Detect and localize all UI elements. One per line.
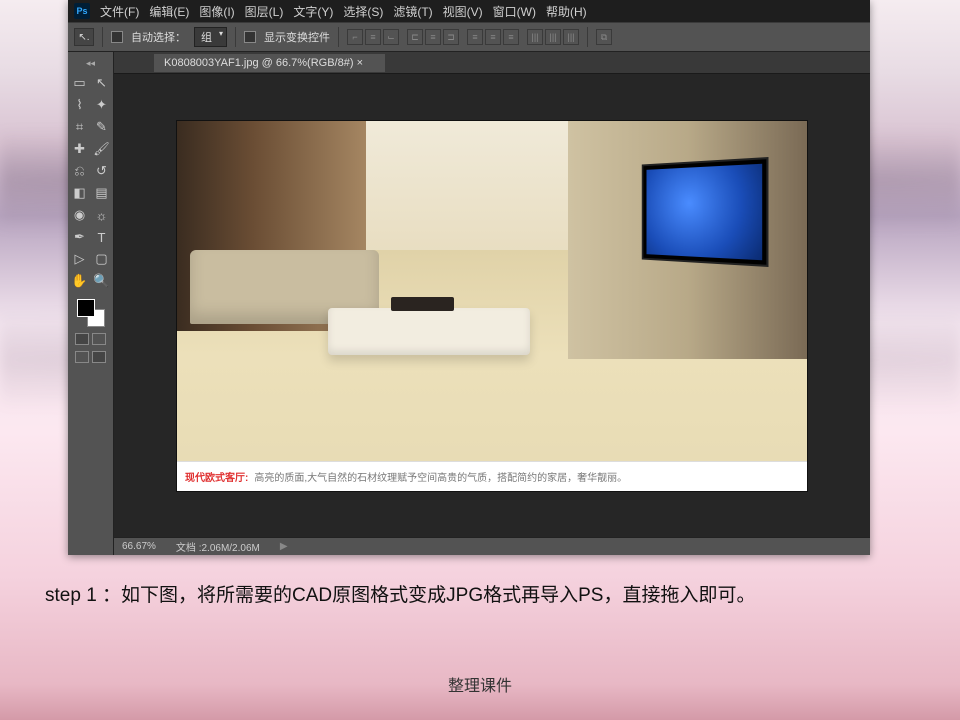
history-brush-icon[interactable]: ↺ [92,161,112,181]
menu-filter[interactable]: 滤镜(T) [393,3,432,20]
menu-image[interactable]: 图像(I) [199,3,234,20]
menu-file[interactable]: 文件(F) [100,3,139,20]
menu-view[interactable]: 视图(V) [443,3,483,20]
stamp-tool-icon[interactable]: ⎌ [70,161,90,181]
footer-text: 整理课件 [0,672,960,696]
3d-mode-icon[interactable]: ⧉ [596,29,612,45]
ottoman [328,308,530,356]
tray [391,297,454,311]
fg-color[interactable] [77,299,95,317]
move-tool-icon[interactable]: ↖ [92,73,112,93]
menu-edit[interactable]: 编辑(E) [149,3,189,20]
canvas-area: K0808003YAF1.jpg @ 66.7%(RGB/8#) × [114,52,870,555]
options-bar: ↖. 自动选择： 组 显示变换控件 ⌐ ≡ ⌙ ⊏ ≡ ⊐ ≡ ≡ ≡ ||| … [68,22,870,52]
align-icons: ⌐ ≡ ⌙ [347,29,399,45]
step-instruction: step 1 ：如下图，将所需要的CAD原图格式变成JPG格式再导入PS，直接拖… [45,580,905,612]
document-tab-bar: K0808003YAF1.jpg @ 66.7%(RGB/8#) × [114,52,870,74]
status-arrow-icon[interactable]: ▶ [280,541,288,552]
tv [641,157,767,267]
pen-tool-icon[interactable]: ✒ [70,227,90,247]
ps-logo-icon: Ps [74,3,90,19]
caption-title: 现代欧式客厅: [185,469,248,484]
standard-mode-icon[interactable] [75,333,89,345]
eyedropper-tool-icon[interactable]: ✎ [92,117,112,137]
zoom-level[interactable]: 66.67% [122,541,156,552]
gradient-tool-icon[interactable]: ▤ [92,183,112,203]
align-top-icon[interactable]: ⌐ [347,29,363,45]
marquee-tool-icon[interactable]: ▭ [70,73,90,93]
align-right-icon[interactable]: ⊐ [443,29,459,45]
crop-tool-icon[interactable]: ⌗ [70,117,90,137]
lasso-tool-icon[interactable]: ⌇ [70,95,90,115]
image-caption: 现代欧式客厅: 高亮的质面,大气自然的石材纹理赋予空间高贵的气质，搭配简约的家居… [177,461,807,491]
shape-tool-icon[interactable]: ▢ [92,249,112,269]
align-hcenter-icon[interactable]: ≡ [425,29,441,45]
wand-tool-icon[interactable]: ✦ [92,95,112,115]
divider [102,27,103,47]
distribute-h-icons: ||| ||| ||| [527,29,579,45]
menu-window[interactable]: 窗口(W) [493,3,536,20]
dodge-tool-icon[interactable]: ☼ [92,205,112,225]
auto-select-label: 自动选择： [131,29,186,45]
status-bar: 66.67% 文档 :2.06M/2.06M ▶ [114,537,870,555]
tools-panel: ◂◂ ▭ ↖ ⌇ ✦ ⌗ ✎ ✚ 🖌 ⎌ ↺ ◧ ▤ ◉ ☼ ✒ T ▷ ▢ ✋ [68,52,114,555]
menu-select[interactable]: 选择(S) [343,3,383,20]
distribute-icon[interactable]: ≡ [467,29,483,45]
align-bottom-icon[interactable]: ⌙ [383,29,399,45]
type-tool-icon[interactable]: T [92,227,112,247]
divider [235,27,236,47]
distribute-icons: ≡ ≡ ≡ [467,29,519,45]
workspace: ◂◂ ▭ ↖ ⌇ ✦ ⌗ ✎ ✚ 🖌 ⎌ ↺ ◧ ▤ ◉ ☼ ✒ T ▷ ▢ ✋ [68,52,870,555]
distribute-icon[interactable]: ≡ [485,29,501,45]
distribute-icon[interactable]: ||| [545,29,561,45]
align-vcenter-icon[interactable]: ≡ [365,29,381,45]
align-left-icon[interactable]: ⊏ [407,29,423,45]
distribute-icon[interactable]: ||| [527,29,543,45]
document-image: 现代欧式客厅: 高亮的质面,大气自然的石材纹理赋予空间高贵的气质，搭配简约的家居… [177,121,807,491]
collapse-icon[interactable]: ◂◂ [86,58,95,69]
document-tab-label: K0808003YAF1.jpg @ 66.7%(RGB/8#) × [164,57,363,69]
eraser-tool-icon[interactable]: ◧ [70,183,90,203]
doc-info[interactable]: 文档 :2.06M/2.06M [176,539,260,554]
quickmask-mode-icon[interactable] [92,333,106,345]
menu-type[interactable]: 文字(Y) [293,3,333,20]
canvas[interactable]: 现代欧式客厅: 高亮的质面,大气自然的石材纹理赋予空间高贵的气质，搭配简约的家居… [114,74,870,537]
blur-tool-icon[interactable]: ◉ [70,205,90,225]
brush-tool-icon[interactable]: 🖌 [92,139,112,159]
auto-select-checkbox[interactable] [111,31,123,43]
hand-tool-icon[interactable]: ✋ [70,271,90,291]
photoshop-window: Ps 文件(F) 编辑(E) 图像(I) 图层(L) 文字(Y) 选择(S) 滤… [68,0,870,555]
quickmask-switch[interactable] [75,333,106,345]
show-transform-label: 显示变换控件 [264,29,330,45]
screen-mode-icon[interactable] [75,351,89,363]
show-transform-checkbox[interactable] [244,31,256,43]
menu-layer[interactable]: 图层(L) [245,3,284,20]
auto-select-dropdown[interactable]: 组 [194,27,227,47]
caption-text: 高亮的质面,大气自然的石材纹理赋予空间高贵的气质，搭配简约的家居，奢华靓丽。 [254,469,799,484]
document-tab[interactable]: K0808003YAF1.jpg @ 66.7%(RGB/8#) × [154,54,385,72]
menu-bar: Ps 文件(F) 编辑(E) 图像(I) 图层(L) 文字(Y) 选择(S) 滤… [68,0,870,22]
heal-tool-icon[interactable]: ✚ [70,139,90,159]
room-render [177,121,807,461]
move-tool-preset-icon[interactable]: ↖. [74,28,94,46]
menu-help[interactable]: 帮助(H) [546,3,587,20]
path-select-icon[interactable]: ▷ [70,249,90,269]
divider [338,27,339,47]
screen-mode-icon[interactable] [92,351,106,363]
divider [587,27,588,47]
distribute-icon[interactable]: ≡ [503,29,519,45]
distribute-icon[interactable]: ||| [563,29,579,45]
color-swatch[interactable] [77,299,105,327]
align-h-icons: ⊏ ≡ ⊐ [407,29,459,45]
zoom-tool-icon[interactable]: 🔍 [92,271,112,291]
screen-mode-switch[interactable] [75,351,106,363]
